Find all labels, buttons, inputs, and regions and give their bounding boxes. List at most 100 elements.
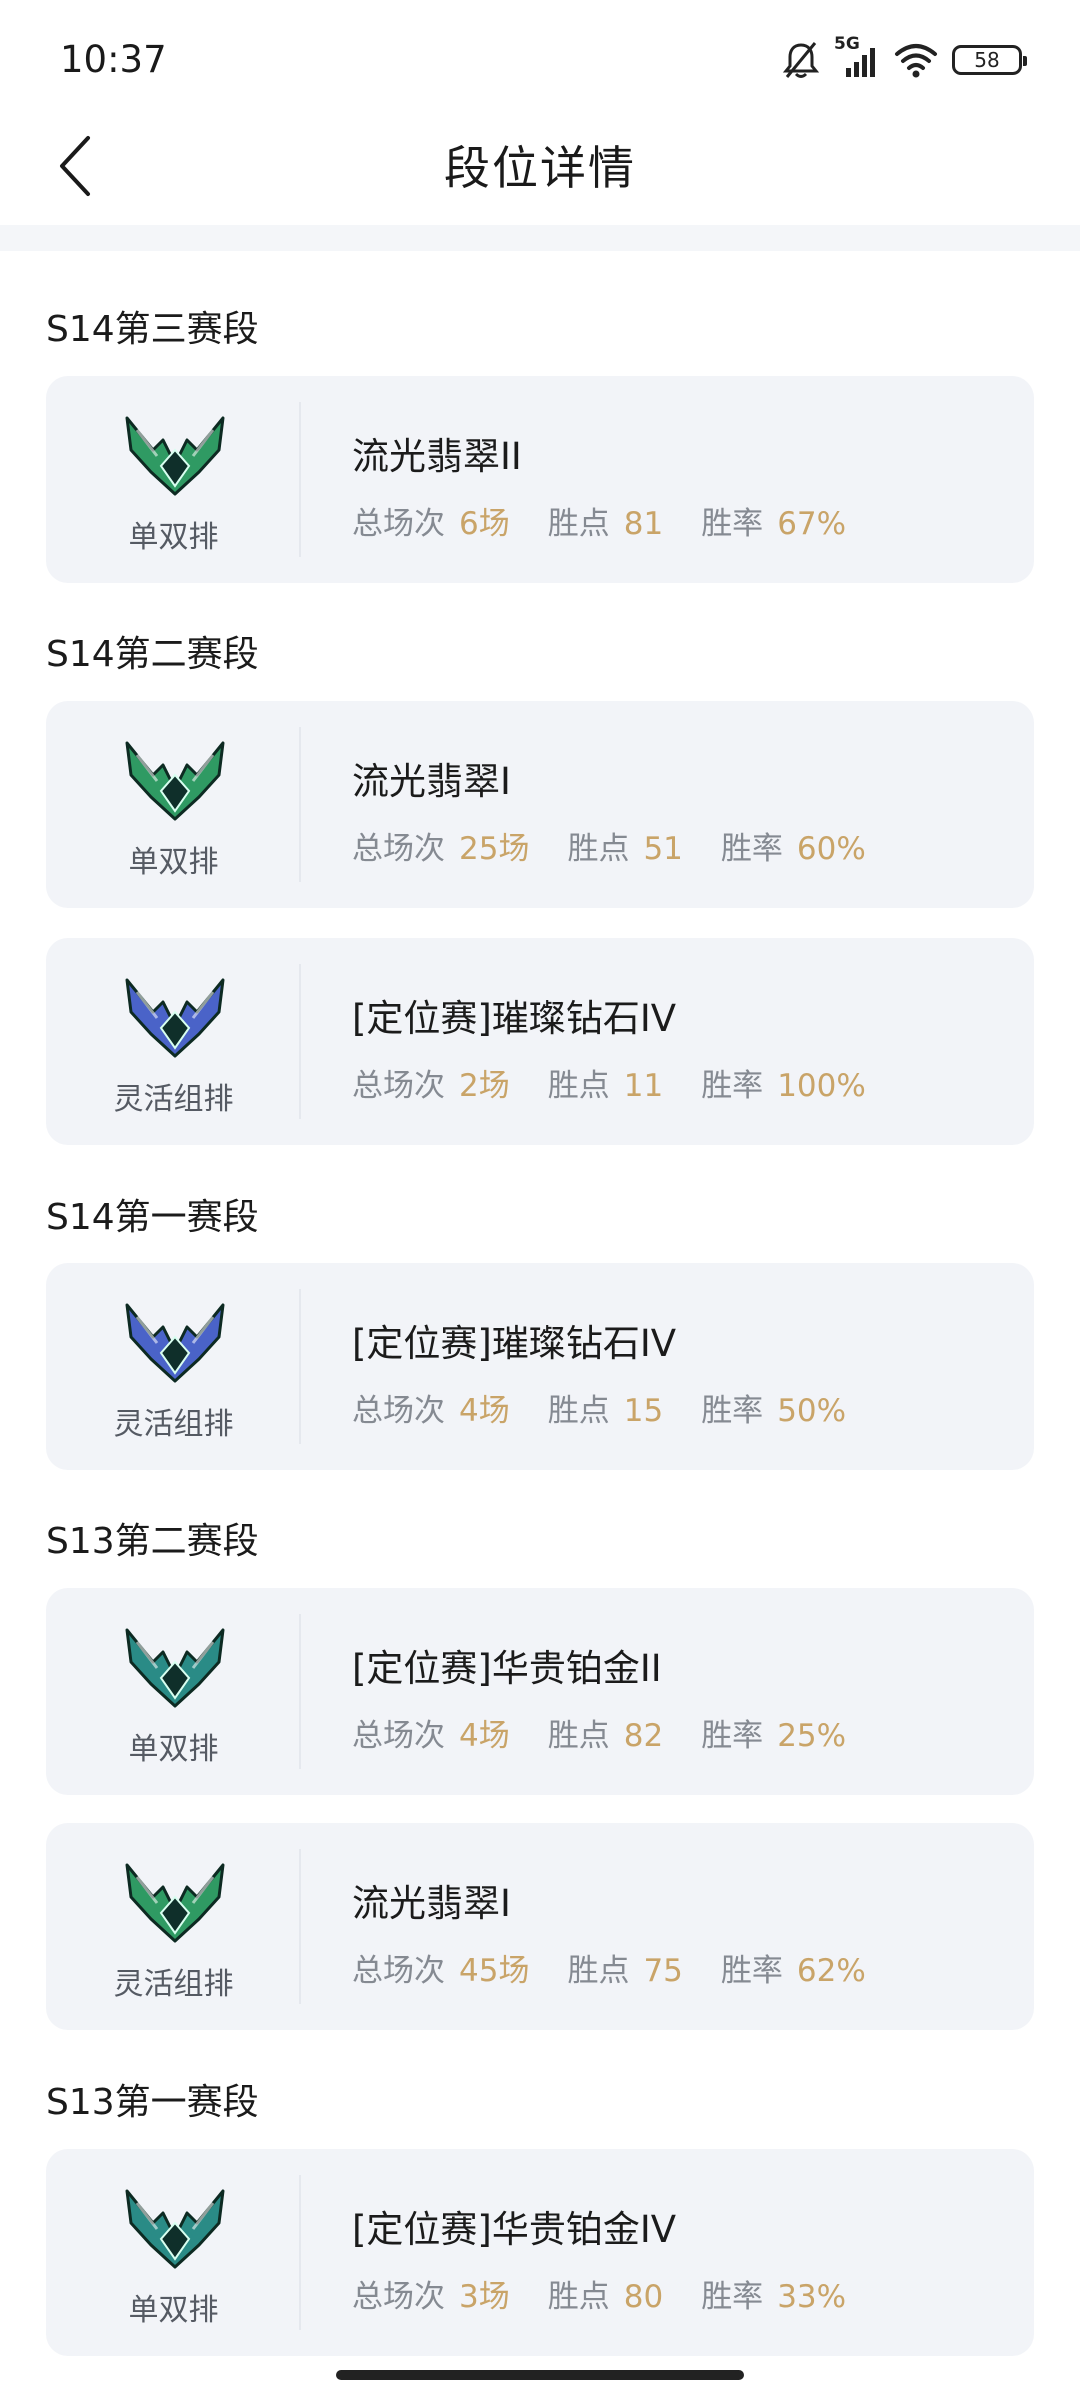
points-value: 82 [623, 1718, 664, 1754]
total-games-value: 25场 [459, 831, 530, 867]
rank-name: [定位赛]华贵铂金IV [352, 2208, 677, 2251]
rank-name: 流光翡翠I [352, 1882, 511, 1925]
card-emblem-area: 单双排 [46, 376, 301, 583]
points-label: 胜点 [547, 506, 610, 542]
total-games-value: 6场 [459, 506, 510, 542]
queue-label: 单双排 [128, 520, 219, 555]
bell-muted-icon [782, 40, 820, 80]
queue-label: 单双排 [128, 2293, 219, 2328]
total-games-value: 45场 [459, 1953, 530, 1989]
section-title: S14第二赛段 [46, 634, 259, 675]
total-games-label: 总场次 [352, 1393, 445, 1429]
total-games-label: 总场次 [352, 506, 445, 542]
points-label: 胜点 [547, 1718, 610, 1754]
card-emblem-area: 单双排 [46, 1588, 301, 1795]
rank-stats: 总场次 45场 胜点 75 胜率 62% [352, 1945, 904, 1990]
queue-label: 灵活组排 [113, 1082, 234, 1117]
battery-level: 58 [974, 48, 1000, 72]
rank-name: [定位赛]璀璨钻石IV [352, 997, 677, 1040]
status-bar: 10:37 5G 58 [0, 0, 1080, 110]
platinum-emblem-icon [125, 1628, 225, 1708]
points-value: 15 [623, 1393, 664, 1429]
section-title: S13第二赛段 [46, 1521, 259, 1562]
rank-card[interactable]: 灵活组排 流光翡翠I 总场次 45场 胜点 75 胜率 62% [46, 1823, 1034, 2030]
rank-card[interactable]: 灵活组排 [定位赛]璀璨钻石IV 总场次 4场 胜点 15 胜率 50% [46, 1263, 1034, 1470]
winrate-value: 67% [777, 506, 847, 542]
points-value: 75 [643, 1953, 683, 1989]
diamond-emblem-icon [125, 978, 225, 1058]
rank-name: 流光翡翠II [352, 435, 522, 478]
status-icons: 5G 58 [782, 34, 1027, 82]
home-indicator[interactable] [336, 2370, 744, 2380]
points-label: 胜点 [567, 1953, 630, 1989]
winrate-label: 胜率 [720, 1953, 783, 1989]
emerald-emblem-icon [125, 416, 225, 496]
card-emblem-area: 灵活组排 [46, 1263, 301, 1470]
card-emblem-area: 灵活组排 [46, 938, 301, 1145]
total-games-value: 4场 [459, 1718, 510, 1754]
signal-icon: 5G [834, 34, 880, 80]
queue-label: 灵活组排 [113, 1967, 234, 2002]
card-emblem-area: 单双排 [46, 2149, 301, 2356]
winrate-label: 胜率 [701, 1718, 764, 1754]
rank-stats: 总场次 6场 胜点 81 胜率 67% [352, 498, 884, 543]
winrate-value: 60% [796, 831, 866, 867]
rank-card[interactable]: 单双排 [定位赛]华贵铂金IV 总场次 3场 胜点 80 胜率 33% [46, 2149, 1034, 2356]
rank-stats: 总场次 4场 胜点 82 胜率 25% [352, 1710, 884, 1755]
points-value: 51 [643, 831, 683, 867]
total-games-value: 3场 [459, 2279, 510, 2315]
total-games-label: 总场次 [352, 1068, 445, 1104]
rank-stats: 总场次 25场 胜点 51 胜率 60% [352, 823, 904, 868]
total-games-value: 2场 [459, 1068, 510, 1104]
winrate-value: 25% [777, 1718, 847, 1754]
queue-label: 单双排 [128, 1732, 219, 1767]
header-divider [0, 225, 1080, 251]
rank-name: [定位赛]华贵铂金II [352, 1647, 662, 1690]
card-emblem-area: 灵活组排 [46, 1823, 301, 2030]
rank-card[interactable]: 单双排 流光翡翠I 总场次 25场 胜点 51 胜率 60% [46, 701, 1034, 908]
winrate-label: 胜率 [701, 506, 764, 542]
rank-stats: 总场次 4场 胜点 15 胜率 50% [352, 1385, 884, 1430]
nav-bar: 段位详情 [0, 110, 1080, 225]
rank-name: 流光翡翠I [352, 760, 511, 803]
total-games-label: 总场次 [352, 2279, 445, 2315]
battery-icon: 58 [952, 45, 1027, 75]
winrate-value: 100% [777, 1068, 866, 1104]
rank-name: [定位赛]璀璨钻石IV [352, 1322, 677, 1365]
emerald-emblem-icon [125, 1863, 225, 1943]
queue-label: 单双排 [128, 845, 219, 880]
points-label: 胜点 [547, 2279, 610, 2315]
rank-card[interactable]: 单双排 流光翡翠II 总场次 6场 胜点 81 胜率 67% [46, 376, 1034, 583]
points-value: 80 [623, 2279, 664, 2315]
winrate-value: 33% [777, 2279, 847, 2315]
section-title: S13第一赛段 [46, 2082, 259, 2123]
wifi-icon [894, 42, 938, 78]
platinum-emblem-icon [125, 2189, 225, 2269]
rank-stats: 总场次 2场 胜点 11 胜率 100% [352, 1060, 904, 1105]
points-value: 81 [623, 506, 664, 542]
queue-label: 灵活组排 [113, 1407, 234, 1442]
emerald-emblem-icon [125, 741, 225, 821]
total-games-label: 总场次 [352, 1718, 445, 1754]
points-label: 胜点 [547, 1393, 610, 1429]
page-title: 段位详情 [444, 141, 636, 195]
winrate-value: 50% [777, 1393, 847, 1429]
total-games-value: 4场 [459, 1393, 510, 1429]
diamond-emblem-icon [125, 1303, 225, 1383]
section-title: S14第三赛段 [46, 309, 259, 350]
card-emblem-area: 单双排 [46, 701, 301, 908]
winrate-label: 胜率 [701, 1068, 764, 1104]
points-label: 胜点 [567, 831, 630, 867]
total-games-label: 总场次 [352, 831, 445, 867]
section-title: S14第一赛段 [46, 1197, 259, 1238]
total-games-label: 总场次 [352, 1953, 445, 1989]
rank-stats: 总场次 3场 胜点 80 胜率 33% [352, 2271, 884, 2316]
rank-card[interactable]: 灵活组排 [定位赛]璀璨钻石IV 总场次 2场 胜点 11 胜率 100% [46, 938, 1034, 1145]
winrate-label: 胜率 [701, 2279, 764, 2315]
rank-card[interactable]: 单双排 [定位赛]华贵铂金II 总场次 4场 胜点 82 胜率 25% [46, 1588, 1034, 1795]
winrate-label: 胜率 [701, 1393, 764, 1429]
status-time: 10:37 [60, 38, 167, 81]
winrate-label: 胜率 [720, 831, 783, 867]
points-value: 11 [623, 1068, 664, 1104]
winrate-value: 62% [796, 1953, 866, 1989]
